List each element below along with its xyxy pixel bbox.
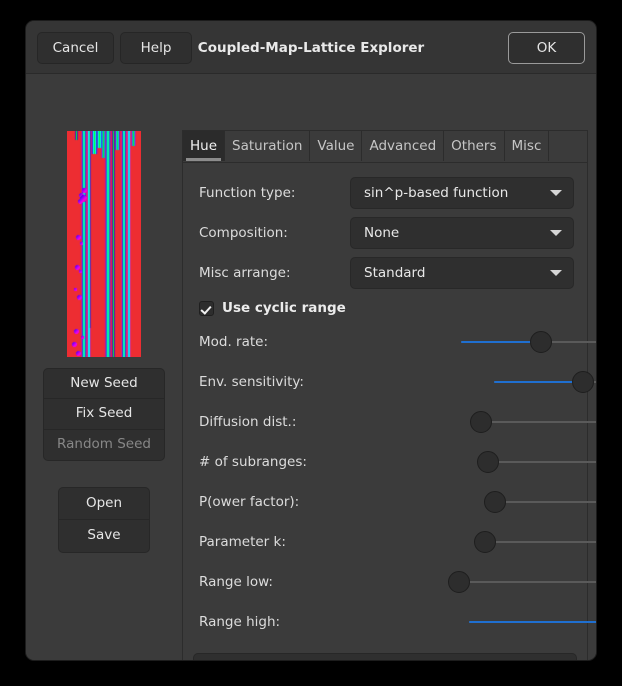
seed-button-random-seed: Random Seed — [43, 430, 165, 461]
chevron-down-icon — [550, 270, 562, 276]
slider-row: Parameter k:1.00−+ — [183, 526, 587, 558]
seed-button-group: New SeedFix SeedRandom Seed — [43, 368, 165, 461]
slider-label: Env. sensitivity: — [199, 366, 304, 398]
slider-track — [488, 461, 597, 463]
slider-diffusion-dist[interactable] — [481, 406, 597, 438]
ok-button[interactable]: OK — [508, 32, 585, 64]
slider-handle[interactable] — [474, 531, 496, 553]
combo-label: Function type: — [199, 177, 295, 209]
dialog-content: New SeedFix SeedRandom Seed OpenSave Hue… — [26, 74, 596, 660]
combo-value: None — [364, 218, 399, 248]
slider-row: # of subranges:1−+ — [183, 446, 587, 478]
slider-range-high[interactable] — [469, 606, 597, 638]
combo-value: Standard — [364, 258, 425, 288]
combo-value: sin^p-based function — [364, 178, 508, 208]
coupled-map-lattice-preview[interactable] — [67, 131, 141, 357]
combo-label: Composition: — [199, 217, 288, 249]
slider-track — [494, 501, 597, 503]
slider-label: Parameter k: — [199, 526, 286, 558]
combo-misc-arrange[interactable]: Standard — [350, 257, 574, 289]
slider-fill — [494, 381, 583, 383]
slider-track — [459, 581, 597, 583]
slider-handle[interactable] — [477, 451, 499, 473]
checkmark-icon — [199, 301, 214, 316]
slider-handle[interactable] — [470, 411, 492, 433]
slider-row: Range high:1.00−+ — [183, 606, 587, 638]
help-button[interactable]: Help — [120, 32, 192, 64]
slider-row: Diffusion dist.:2−+ — [183, 406, 587, 438]
slider-label: P(ower factor): — [199, 486, 299, 518]
tab-value[interactable]: Value — [310, 131, 362, 161]
seed-button-new-seed[interactable]: New Seed — [43, 368, 165, 399]
tab-hue[interactable]: Hue — [183, 131, 225, 161]
slider-parameter-k[interactable] — [484, 526, 597, 558]
settings-notebook: HueSaturationValueAdvancedOthersMisc Fun… — [182, 130, 588, 661]
slider-label: Diffusion dist.: — [199, 406, 296, 438]
tab-bar-filler — [549, 131, 587, 161]
slider-label: Range low: — [199, 566, 273, 598]
slider-handle[interactable] — [484, 491, 506, 513]
checkbox-label: Use cyclic range — [222, 300, 346, 316]
chevron-down-icon — [550, 230, 562, 236]
slider-handle[interactable] — [572, 371, 594, 393]
combo-composition[interactable]: None — [350, 217, 574, 249]
file-button-group: OpenSave — [58, 487, 150, 553]
slider-env-sensitivity[interactable] — [494, 366, 597, 398]
slider-track — [484, 541, 597, 543]
tab-misc[interactable]: Misc — [505, 131, 550, 161]
slider-row: Mod. rate:0.50−+ — [183, 326, 587, 358]
tab-bar: HueSaturationValueAdvancedOthersMisc — [182, 130, 588, 162]
combo-row: Function type: sin^p-based function — [183, 177, 587, 209]
use-cyclic-range-checkbox[interactable]: Use cyclic range — [199, 297, 346, 319]
tab-panel-hue: Function type: sin^p-based function Compos… — [182, 162, 588, 661]
slider-p-ower-factor[interactable] — [494, 486, 597, 518]
slider-row: Range low:0.00−+ — [183, 566, 587, 598]
file-button-save[interactable]: Save — [58, 520, 150, 553]
slider-label: Mod. rate: — [199, 326, 268, 358]
combo-row: Composition: None — [183, 217, 587, 249]
slider-fill — [461, 341, 541, 343]
tab-others[interactable]: Others — [444, 131, 504, 161]
combo-label: Misc arrange: — [199, 257, 291, 289]
slider-row: Env. sensitivity:0.70−+ — [183, 366, 587, 398]
combo-function-type[interactable]: sin^p-based function — [350, 177, 574, 209]
combo-row: Misc arrange: Standard — [183, 257, 587, 289]
explorer-window: Cancel Help Coupled-Map-Lattice Explorer… — [25, 20, 597, 661]
plot-graph-button[interactable]: Plot a Graph of the Settings — [193, 653, 577, 661]
slider-handle[interactable] — [530, 331, 552, 353]
slider-fill — [469, 621, 597, 623]
slider-label: Range high: — [199, 606, 280, 638]
cancel-button[interactable]: Cancel — [37, 32, 114, 64]
slider-range-low[interactable] — [459, 566, 597, 598]
seed-button-fix-seed[interactable]: Fix Seed — [43, 399, 165, 430]
header-bar: Cancel Help Coupled-Map-Lattice Explorer… — [26, 21, 596, 74]
tab-advanced[interactable]: Advanced — [362, 131, 444, 161]
slider-row: P(ower factor):1.00−+ — [183, 486, 587, 518]
chevron-down-icon — [550, 190, 562, 196]
file-button-open[interactable]: Open — [58, 487, 150, 520]
slider-label: # of subranges: — [199, 446, 307, 478]
slider-handle[interactable] — [448, 571, 470, 593]
left-column: New SeedFix SeedRandom Seed OpenSave — [26, 74, 182, 660]
slider-mod-rate[interactable] — [461, 326, 597, 358]
slider-track — [481, 421, 597, 423]
tab-saturation[interactable]: Saturation — [225, 131, 310, 161]
slider-of-subranges[interactable] — [488, 446, 597, 478]
